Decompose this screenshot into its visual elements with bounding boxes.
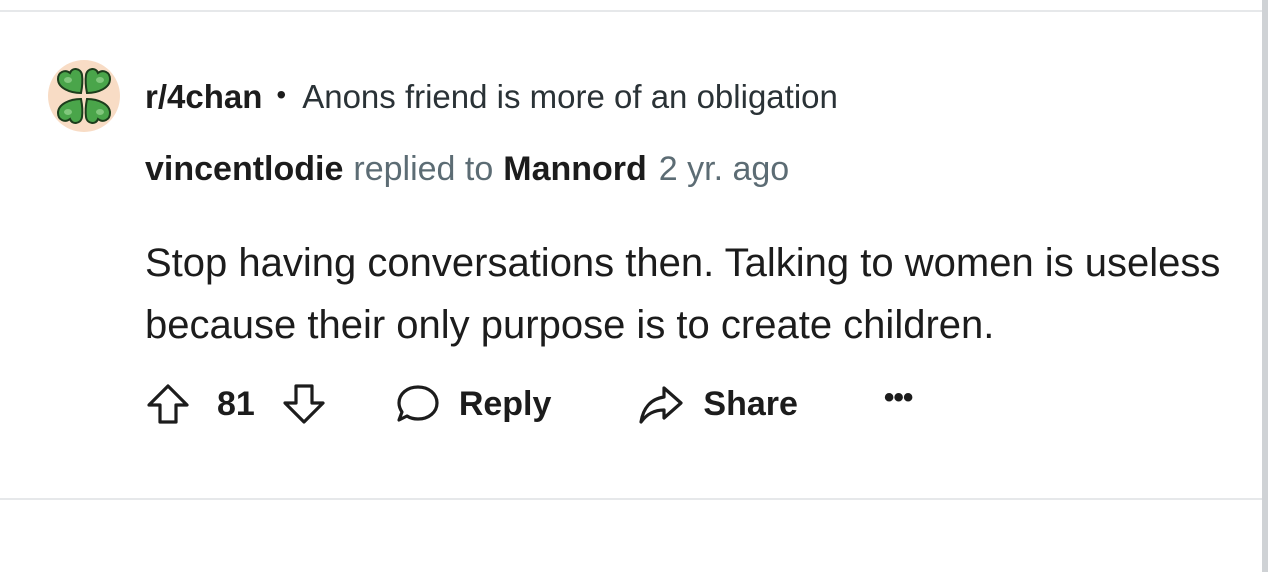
clover-icon [56,68,112,124]
replied-to-text: replied to [353,149,494,188]
share-label: Share [703,384,798,423]
post-meta-row: r/4chan • Anons friend is more of an obl… [145,75,838,119]
arrow-up-icon[interactable] [145,382,191,426]
post-title-link[interactable]: Anons friend is more of an obligation [302,78,838,116]
more-options-button[interactable]: ••• [884,381,913,415]
comment-card: r/4chan • Anons friend is more of an obl… [0,0,1284,572]
comment-author-link[interactable]: vincentlodie [145,150,343,189]
comment-body: Stop having conversations then. Talking … [145,241,1221,347]
top-divider [0,10,1262,12]
subreddit-avatar[interactable] [48,60,120,132]
bottom-divider [0,498,1262,500]
reply-label: Reply [458,384,552,423]
reply-meta-row: vincentlodie replied to Mannord 2 yr. ag… [145,147,789,191]
share-arrow-icon [637,382,685,426]
subreddit-link[interactable]: r/4chan [145,78,262,116]
scrollbar-track[interactable] [1262,0,1284,572]
separator-dot: • [276,79,287,110]
comment-actions: 81 Reply Share ••• [145,378,913,430]
reply-button[interactable]: Reply [395,382,552,426]
speech-bubble-icon [395,382,441,426]
comment-timestamp: 2 yr. ago [658,149,790,188]
vote-count: 81 [217,384,255,423]
share-button[interactable]: Share [637,382,798,426]
arrow-down-icon[interactable] [281,382,327,426]
replied-to-user-link[interactable]: Mannord [503,150,647,189]
